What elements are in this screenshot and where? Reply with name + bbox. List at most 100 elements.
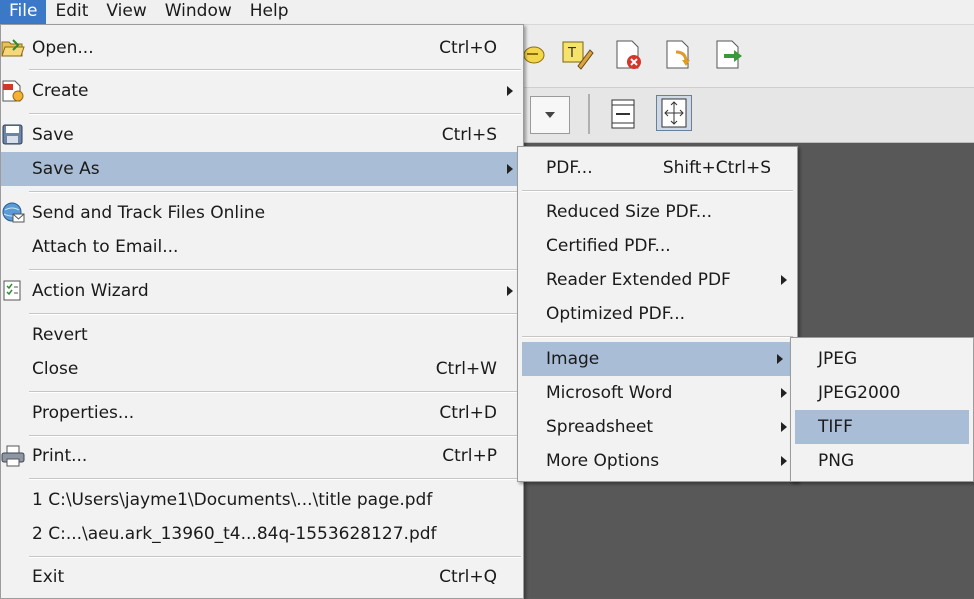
extract-page-icon[interactable] <box>712 38 746 72</box>
menu-item-label: TIFF <box>818 417 853 437</box>
menu-item-label: PNG <box>818 451 855 471</box>
action-wizard-icon <box>1 280 25 302</box>
shortcut-text: Ctrl+Q <box>439 567 497 587</box>
menu-item-label: More Options <box>546 451 660 471</box>
menu-edit[interactable]: Edit <box>46 0 97 24</box>
menu-item-label: Open... <box>32 38 94 58</box>
svg-text:T: T <box>567 46 576 61</box>
menu-item-exit[interactable]: Exit Ctrl+Q <box>1 560 523 594</box>
menu-view[interactable]: View <box>97 0 155 24</box>
menu-item-open[interactable]: Open... Ctrl+O <box>1 31 523 65</box>
shortcut-text: Ctrl+P <box>442 446 497 466</box>
menu-item-more-options[interactable]: More Options <box>518 444 797 478</box>
replace-page-icon[interactable] <box>662 38 696 72</box>
fit-page-icon[interactable] <box>656 95 692 131</box>
menu-item-print[interactable]: Print... Ctrl+P <box>1 439 523 473</box>
menu-separator <box>29 269 521 271</box>
menu-item-jpeg2000[interactable]: JPEG2000 <box>791 376 973 410</box>
menu-item-label: Optimized PDF... <box>546 304 686 324</box>
submenu-arrow-icon <box>507 286 513 296</box>
submenu-arrow-icon <box>507 164 513 174</box>
save-as-submenu: PDF... Shift+Ctrl+S Reduced Size PDF... … <box>517 146 798 482</box>
menu-item-label: Revert <box>32 325 88 345</box>
menu-separator <box>29 69 521 71</box>
menu-item-label: Reader Extended PDF <box>546 270 731 290</box>
menu-item-label: Print... <box>32 446 88 466</box>
menu-item-label: Microsoft Word <box>546 383 673 403</box>
menu-item-label: JPEG2000 <box>818 383 901 403</box>
menu-item-label: Save As <box>32 159 100 179</box>
menu-item-label: 2 C:...\aeu.ark_13960_t4...84q-155362812… <box>32 524 437 544</box>
menu-item-microsoft-word[interactable]: Microsoft Word <box>518 376 797 410</box>
menu-file[interactable]: File <box>0 0 47 24</box>
submenu-arrow-icon <box>781 275 787 285</box>
comment-icon[interactable] <box>523 38 557 72</box>
globe-mail-icon <box>1 202 25 224</box>
delete-page-icon[interactable] <box>612 38 646 72</box>
menu-item-label: Create <box>32 81 89 101</box>
menu-item-label: 1 C:\Users\jayme1\Documents\...\title pa… <box>32 490 433 510</box>
menu-item-reader-extended-pdf[interactable]: Reader Extended PDF <box>518 263 797 297</box>
create-pdf-icon <box>1 80 25 102</box>
menu-item-label: PDF... <box>546 158 593 178</box>
menu-item-label: JPEG <box>818 349 858 369</box>
menu-item-label: Save <box>32 125 74 145</box>
menu-item-label: Reduced Size PDF... <box>546 202 712 222</box>
menu-item-label: Image <box>546 349 600 369</box>
menu-item-recent-1[interactable]: 1 C:\Users\jayme1\Documents\...\title pa… <box>1 483 523 517</box>
menu-separator <box>29 113 521 115</box>
menu-item-jpeg[interactable]: JPEG <box>791 342 973 376</box>
menu-item-label: Properties... <box>32 403 135 423</box>
menu-item-save-as[interactable]: Save As <box>1 152 523 186</box>
fit-width-icon[interactable] <box>606 97 640 131</box>
submenu-arrow-icon <box>777 354 783 364</box>
menu-item-label: Action Wizard <box>32 281 149 301</box>
menu-item-attach-email[interactable]: Attach to Email... <box>1 230 523 264</box>
menu-item-close[interactable]: Close Ctrl+W <box>1 352 523 386</box>
menu-item-spreadsheet[interactable]: Spreadsheet <box>518 410 797 444</box>
menu-item-label: Spreadsheet <box>546 417 654 437</box>
menu-item-action-wizard[interactable]: Action Wizard <box>1 274 523 308</box>
shortcut-text: Shift+Ctrl+S <box>662 158 771 178</box>
menu-item-label: Certified PDF... <box>546 236 671 256</box>
menu-item-png[interactable]: PNG <box>791 444 973 478</box>
shortcut-text: Ctrl+W <box>435 359 497 379</box>
shortcut-text: Ctrl+D <box>439 403 497 423</box>
menu-item-pdf[interactable]: PDF... Shift+Ctrl+S <box>518 151 797 185</box>
menu-item-tiff[interactable]: TIFF <box>795 410 969 444</box>
menu-window[interactable]: Window <box>156 0 241 24</box>
menu-item-image[interactable]: Image <box>522 342 793 376</box>
menu-separator <box>29 313 521 315</box>
submenu-arrow-icon <box>781 422 787 432</box>
menu-item-certified-pdf[interactable]: Certified PDF... <box>518 229 797 263</box>
menu-item-recent-2[interactable]: 2 C:...\aeu.ark_13960_t4...84q-155362812… <box>1 517 523 551</box>
shortcut-text: Ctrl+S <box>441 125 497 145</box>
menu-item-send-track[interactable]: Send and Track Files Online <box>1 196 523 230</box>
sticky-note-icon[interactable]: T <box>560 38 594 72</box>
menu-item-revert[interactable]: Revert <box>1 318 523 352</box>
submenu-arrow-icon <box>781 388 787 398</box>
menu-bar: File Edit View Window Help <box>0 0 974 25</box>
menu-item-create[interactable]: Create <box>1 74 523 108</box>
save-disk-icon <box>1 124 25 146</box>
file-menu: Open... Ctrl+O Create Save Ctrl+S Save A… <box>0 24 524 599</box>
menu-item-properties[interactable]: Properties... Ctrl+D <box>1 396 523 430</box>
menu-item-optimized-pdf[interactable]: Optimized PDF... <box>518 297 797 331</box>
open-folder-icon <box>1 37 25 59</box>
menu-separator <box>29 391 521 393</box>
menu-separator <box>29 435 521 437</box>
zoom-dropdown[interactable] <box>530 96 570 134</box>
chevron-down-icon <box>545 112 555 118</box>
menu-separator <box>522 336 793 338</box>
printer-icon <box>1 445 25 467</box>
menu-help[interactable]: Help <box>241 0 298 24</box>
menu-item-label: Attach to Email... <box>32 237 179 257</box>
shortcut-text: Ctrl+O <box>439 38 497 58</box>
menu-item-save[interactable]: Save Ctrl+S <box>1 118 523 152</box>
menu-item-label: Send and Track Files Online <box>32 203 266 223</box>
menu-separator <box>522 190 793 192</box>
menu-item-reduced-size-pdf[interactable]: Reduced Size PDF... <box>518 195 797 229</box>
image-submenu: JPEG JPEG2000 TIFF PNG <box>790 337 974 482</box>
menu-item-label: Close <box>32 359 79 379</box>
toolbar-separator <box>588 94 590 134</box>
